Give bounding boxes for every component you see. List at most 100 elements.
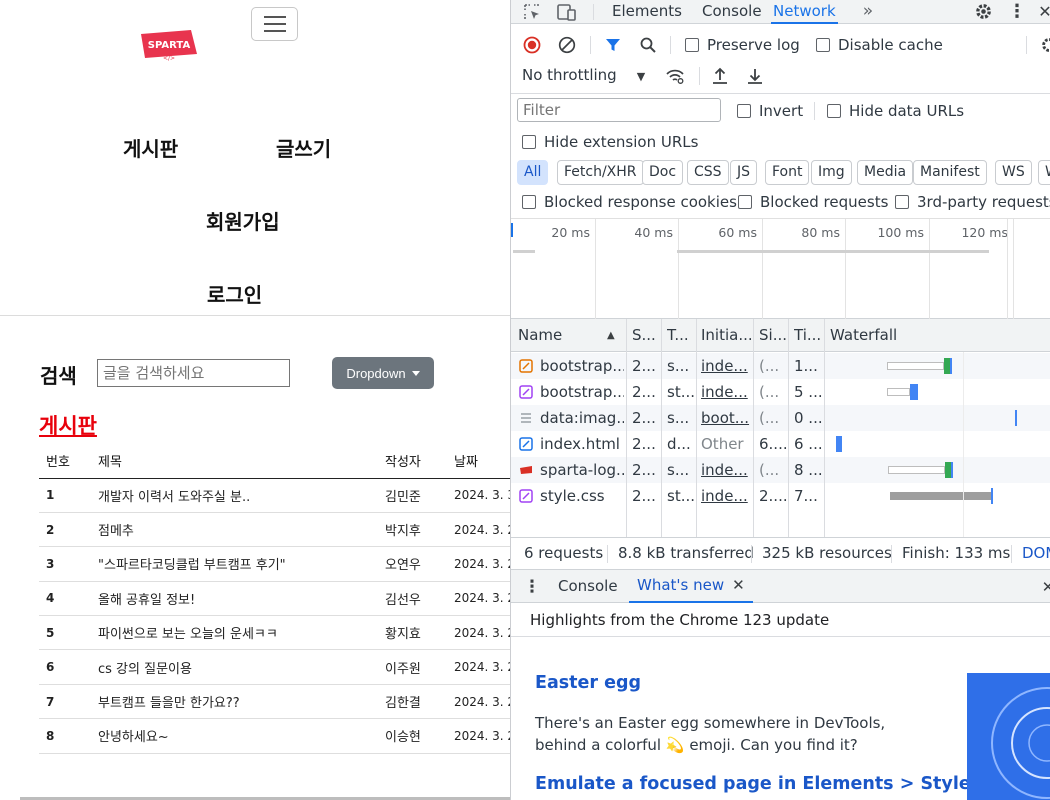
- post-title-link[interactable]: 부트캠프 들을만 한가요??: [91, 684, 378, 720]
- filter-chip-img[interactable]: Img: [811, 160, 852, 185]
- filter-chip-css[interactable]: CSS: [687, 160, 729, 185]
- clear-log-icon[interactable]: [557, 35, 577, 55]
- post-title-link[interactable]: 파이썬으로 보는 오늘의 운세ㅋㅋ: [91, 615, 378, 651]
- table-row[interactable]: 4 올해 공휴일 정보! 김선우 2024. 3. 2: [39, 581, 511, 617]
- tab-console[interactable]: Console: [702, 0, 762, 24]
- table-row[interactable]: 8 안녕하세요~ 이승현 2024. 3. 2: [39, 718, 511, 754]
- search-input[interactable]: [97, 359, 290, 387]
- inspect-element-icon[interactable]: [521, 1, 543, 23]
- hide-extension-urls-checkbox[interactable]: Hide extension URLs: [522, 133, 698, 151]
- request-initiator[interactable]: inde...: [701, 483, 751, 509]
- network-conditions-wifi-icon[interactable]: [664, 66, 686, 86]
- drawer-tab-console[interactable]: Console: [558, 570, 618, 603]
- filter-chip-font[interactable]: Font: [765, 160, 810, 185]
- stylesheet-icon: [519, 489, 533, 503]
- request-initiator[interactable]: Other: [701, 431, 751, 457]
- request-initiator[interactable]: boot...: [701, 405, 751, 431]
- request-row[interactable]: data:imag... 2... s... boot... (... 0 ...: [511, 405, 1050, 431]
- device-toolbar-icon[interactable]: [555, 1, 579, 23]
- more-options-kebab-icon[interactable]: ⋮: [1008, 0, 1026, 22]
- checkbox-box[interactable]: [522, 195, 536, 209]
- filter-input[interactable]: [517, 98, 721, 122]
- tab-elements[interactable]: Elements: [612, 0, 682, 24]
- post-title-link[interactable]: 점메추: [91, 512, 378, 548]
- news-heading-easter-egg[interactable]: Easter egg: [535, 673, 641, 693]
- filter-chip-wa[interactable]: Wa: [1038, 160, 1050, 185]
- tab-network[interactable]: Network: [771, 0, 838, 24]
- checkbox-box[interactable]: [827, 104, 841, 118]
- nav-link-signup[interactable]: 회원가입: [206, 206, 280, 235]
- more-tabs-chevron-icon[interactable]: »: [857, 0, 879, 22]
- navbar-toggle-button[interactable]: [251, 7, 298, 41]
- request-row[interactable]: bootstrap.... 2... s... inde... (... 1...: [511, 353, 1050, 379]
- col-header-type[interactable]: T...: [667, 319, 695, 352]
- drawer-menu-kebab-icon[interactable]: ⋮: [524, 576, 541, 598]
- nav-link-board[interactable]: 게시판: [123, 133, 178, 162]
- col-header-time[interactable]: Ti...: [794, 319, 824, 352]
- filter-chip-fetch-xhr[interactable]: Fetch/XHR: [557, 160, 644, 185]
- post-title-link[interactable]: 개발자 이력서 도와주실 분..: [91, 478, 378, 513]
- post-title-link[interactable]: 올해 공휴일 정보!: [91, 581, 378, 617]
- table-row[interactable]: 2 점메추 박지후 2024. 3. 2: [39, 512, 511, 548]
- sparta-logo[interactable]: SPARTA </>: [135, 28, 199, 62]
- blocked-response-cookies-checkbox[interactable]: Blocked response cookies: [522, 193, 737, 211]
- board-title-link[interactable]: 게시판: [39, 410, 97, 440]
- table-row[interactable]: 7 부트캠프 들을만 한가요?? 김한결 2024. 3. 2: [39, 684, 511, 720]
- filter-funnel-icon[interactable]: [603, 35, 623, 55]
- search-icon[interactable]: [638, 35, 658, 55]
- disable-cache-checkbox[interactable]: Disable cache: [816, 36, 943, 54]
- export-har-download-icon[interactable]: [745, 66, 765, 86]
- post-title-link[interactable]: 안녕하세요~: [91, 718, 378, 754]
- invert-checkbox[interactable]: Invert: [737, 102, 803, 120]
- table-row[interactable]: 1 개발자 이력서 도와주실 분.. 김민준 2024. 3. 3: [39, 478, 511, 513]
- close-drawer-icon[interactable]: ✕: [1041, 577, 1050, 597]
- hide-data-urls-checkbox[interactable]: Hide data URLs: [827, 102, 964, 120]
- filter-chip-doc[interactable]: Doc: [642, 160, 684, 185]
- request-row[interactable]: style.css 2... st... inde... 2.... 7...: [511, 483, 1050, 509]
- network-overview-timeline[interactable]: 20 ms 40 ms 60 ms 80 ms 100 ms 120 ms: [511, 218, 1050, 319]
- checkbox-box[interactable]: [738, 195, 752, 209]
- drawer-tab-whats-new[interactable]: What's new ✕: [629, 570, 753, 603]
- throttling-dropdown-arrow-icon[interactable]: ▼: [633, 67, 649, 85]
- request-row[interactable]: sparta-log... 2... s... inde... (... 8 ...: [511, 457, 1050, 483]
- post-title-link[interactable]: "스파르타코딩클럽 부트캠프 후기": [91, 546, 378, 582]
- post-title-link[interactable]: cs 강의 질문이용: [91, 649, 378, 685]
- request-row[interactable]: index.html 2... d... Other 6.... 6 ...: [511, 431, 1050, 457]
- checkbox-box[interactable]: [522, 135, 536, 149]
- request-row[interactable]: bootstrap.... 2... st... inde... (... 5 ...: [511, 379, 1050, 405]
- col-header-name[interactable]: Name ▲: [518, 319, 622, 352]
- throttling-select[interactable]: No throttling: [522, 66, 617, 84]
- col-header-waterfall[interactable]: Waterfall: [830, 319, 930, 352]
- table-row[interactable]: 3 "스파르타코딩클럽 부트캠프 후기" 오연우 2024. 3. 2: [39, 546, 511, 582]
- filter-chip-ws[interactable]: WS: [995, 160, 1032, 185]
- close-devtools-icon[interactable]: ✕: [1038, 0, 1050, 22]
- table-row[interactable]: 6 cs 강의 질문이용 이주원 2024. 3. 2: [39, 649, 511, 685]
- table-row[interactable]: 5 파이썬으로 보는 오늘의 운세ㅋㅋ 황지효 2024. 3. 2: [39, 615, 511, 651]
- filter-chip-all[interactable]: All: [517, 160, 549, 185]
- filter-chip-media[interactable]: Media: [857, 160, 914, 185]
- record-stop-icon[interactable]: [522, 35, 542, 55]
- col-header-initiator[interactable]: Initia...: [701, 319, 751, 352]
- filter-chip-manifest[interactable]: Manifest: [913, 160, 987, 185]
- preserve-log-checkbox[interactable]: Preserve log: [685, 36, 800, 54]
- checkbox-box[interactable]: [685, 38, 699, 52]
- checkbox-box[interactable]: [895, 195, 909, 209]
- dropdown-button[interactable]: Dropdown: [332, 357, 434, 389]
- col-header-status[interactable]: S...: [632, 319, 660, 352]
- request-initiator[interactable]: inde...: [701, 457, 751, 483]
- nav-link-write[interactable]: 글쓰기: [276, 133, 331, 162]
- network-settings-gear-icon[interactable]: [1039, 35, 1050, 55]
- import-har-upload-icon[interactable]: [710, 66, 730, 86]
- request-initiator[interactable]: inde...: [701, 353, 751, 379]
- settings-gear-icon[interactable]: [971, 0, 995, 22]
- blocked-requests-checkbox[interactable]: Blocked requests: [738, 193, 888, 211]
- request-initiator[interactable]: inde...: [701, 379, 751, 405]
- third-party-requests-checkbox[interactable]: 3rd-party requests: [895, 193, 1050, 211]
- nav-link-login[interactable]: 로그인: [207, 279, 262, 308]
- checkbox-box[interactable]: [816, 38, 830, 52]
- close-tab-icon[interactable]: ✕: [732, 570, 745, 601]
- checkbox-box[interactable]: [737, 104, 751, 118]
- col-header-size[interactable]: Si...: [759, 319, 789, 352]
- filter-chip-js[interactable]: JS: [730, 160, 758, 185]
- news-heading-emulate-focus[interactable]: Emulate a focused page in Elements > Sty…: [535, 774, 981, 794]
